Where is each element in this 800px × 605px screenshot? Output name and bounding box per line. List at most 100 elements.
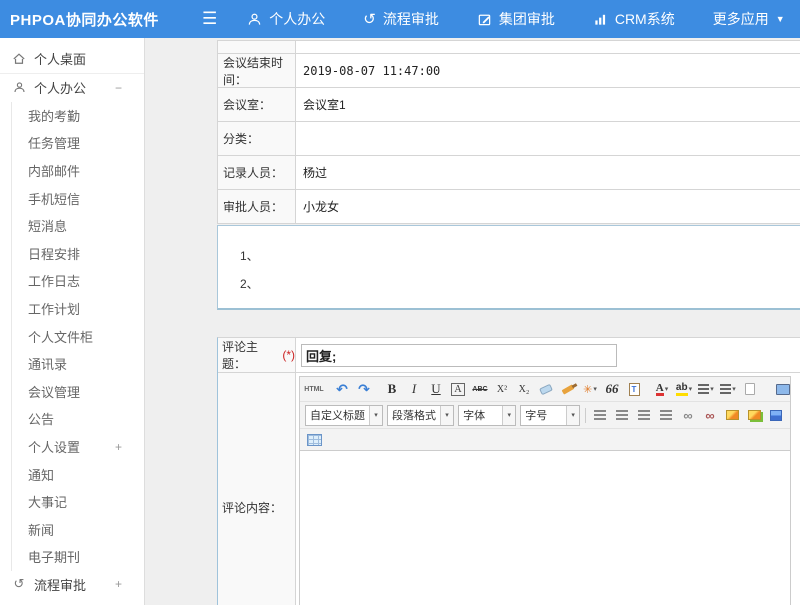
superscript-button[interactable]: X² <box>492 380 512 399</box>
sidebar-item-my-attendance[interactable]: 我的考勤 <box>12 102 144 130</box>
chevron-down-icon: ▾ <box>369 406 382 425</box>
table-icon <box>307 434 322 446</box>
editor-body[interactable] <box>300 451 790 605</box>
nav-label: 更多应用 <box>713 9 769 29</box>
main-content: 会议结束时间： 2019-08-07 11:47:00 会议室： 会议室1 分类… <box>146 38 800 605</box>
align-center-button[interactable] <box>612 406 632 425</box>
content-line: 1、 <box>240 242 800 270</box>
underline-button[interactable]: U <box>426 380 446 399</box>
font-name-button[interactable]: A <box>448 380 468 399</box>
sidebar: 个人桌面 个人办公 − 我的考勤 任务管理 内部邮件 手机短信 短消息 日程安排… <box>0 38 145 605</box>
highlight-color-button[interactable]: ab▾ <box>674 380 694 399</box>
bold-button[interactable]: B <box>382 380 402 399</box>
chevron-down-icon: ▾ <box>566 406 579 425</box>
ordered-list-button[interactable]: ▾ <box>696 380 716 399</box>
editor-toolbar-row-2: 自定义标题 ▾ 段落格式 ▾ 字体 ▾ 字号 ▾ <box>300 402 790 429</box>
undo-button[interactable]: ↶ <box>332 380 352 399</box>
sidebar-item-personal-files[interactable]: 个人文件柜 <box>12 322 144 350</box>
html-source-button[interactable]: HTML <box>304 380 324 399</box>
font-color-button[interactable]: A▾ <box>652 380 672 399</box>
expand-icon[interactable]: + <box>115 440 122 454</box>
sidebar-item-label: 我的考勤 <box>28 106 80 125</box>
editor-toolbar-row-3 <box>300 429 790 451</box>
comment-subject-input[interactable] <box>301 344 617 367</box>
font-family-select[interactable]: 字体 ▾ <box>458 405 516 426</box>
sidebar-item-label: 短消息 <box>28 216 67 235</box>
monitor-icon <box>776 384 790 395</box>
menu-toggle-icon[interactable]: ☰ <box>202 9 217 29</box>
sidebar-item-announcement[interactable]: 公告 <box>12 405 144 433</box>
align-left-button[interactable] <box>590 406 610 425</box>
sidebar-item-schedule[interactable]: 日程安排 <box>12 240 144 268</box>
sidebar-item-short-message[interactable]: 短消息 <box>12 212 144 240</box>
sidebar-item-meeting-management[interactable]: 会议管理 <box>12 378 144 406</box>
clipboard-icon: T <box>629 383 640 396</box>
sidebar-item-internal-mail[interactable]: 内部邮件 <box>12 157 144 185</box>
sidebar-item-personal-settings[interactable]: 个人设置 + <box>12 433 144 461</box>
italic-button[interactable]: I <box>404 380 424 399</box>
sidebar-item-e-journal[interactable]: 电子期刊 <box>12 543 144 571</box>
upload-image-button[interactable] <box>744 406 764 425</box>
sidebar-item-work-plan[interactable]: 工作计划 <box>12 295 144 323</box>
sidebar-item-mobile-sms[interactable]: 手机短信 <box>12 184 144 212</box>
insert-media-button[interactable] <box>766 406 786 425</box>
nav-more-apps[interactable]: 更多应用 ▼ <box>713 9 785 29</box>
insert-link-button[interactable]: ∞ <box>678 406 698 425</box>
nav-group-approval[interactable]: 集团审批 <box>477 9 555 29</box>
app-logo: PHPOA协同办公软件 <box>0 9 190 30</box>
nav-workflow-approval[interactable]: ↺ 流程审批 <box>363 9 439 29</box>
nav-label: 个人办公 <box>269 9 325 29</box>
sidebar-item-label: 日程安排 <box>28 244 80 263</box>
sidebar-item-label: 通知 <box>28 465 54 484</box>
strikethrough-button[interactable]: ABC <box>470 380 490 399</box>
custom-heading-select[interactable]: 自定义标题 ▾ <box>305 405 383 426</box>
table-row-recorder: 记录人员： 杨过 <box>218 156 800 190</box>
align-left-icon <box>594 410 606 420</box>
meeting-detail-table: 会议结束时间： 2019-08-07 11:47:00 会议室： 会议室1 分类… <box>217 40 800 224</box>
align-right-button[interactable] <box>634 406 654 425</box>
paragraph-format-select[interactable]: 段落格式 ▾ <box>387 405 454 426</box>
paste-as-text-button[interactable]: T <box>624 380 644 399</box>
sidebar-item-personal-office[interactable]: 个人办公 − <box>0 74 144 102</box>
justify-button[interactable] <box>656 406 676 425</box>
remove-link-button[interactable]: ∞ <box>700 406 720 425</box>
sidebar-item-big-events[interactable]: 大事记 <box>12 488 144 516</box>
comment-subject-row: 评论主题： (*) <box>218 338 800 373</box>
insert-table-button[interactable] <box>304 430 324 449</box>
subscript-button[interactable]: X₂ <box>514 380 534 399</box>
comment-content-row: 评论内容： HTML ↶ ↷ B I U A ABC <box>218 373 800 605</box>
blockquote-button[interactable]: 66 <box>602 380 622 399</box>
image-icon <box>726 410 739 420</box>
format-painter-button[interactable] <box>558 380 578 399</box>
sidebar-item-personal-desktop[interactable]: 个人桌面 <box>0 43 144 74</box>
history-icon: ↺ <box>363 12 376 27</box>
expand-icon[interactable]: + <box>115 577 122 591</box>
field-value <box>296 122 800 155</box>
sidebar-item-workflow-approval[interactable]: ↺ 流程审批 + <box>0 571 144 599</box>
table-row-meeting-end-time: 会议结束时间： 2019-08-07 11:47:00 <box>218 54 800 88</box>
unordered-list-button[interactable]: ▾ <box>718 380 738 399</box>
align-center-icon <box>616 410 628 420</box>
sidebar-item-label: 个人设置 <box>28 437 80 456</box>
field-label: 评论主题： (*) <box>218 338 296 372</box>
redo-button[interactable]: ↷ <box>354 380 374 399</box>
sidebar-item-work-log[interactable]: 工作日志 <box>12 267 144 295</box>
chevron-down-icon: ▾ <box>502 406 515 425</box>
sidebar-item-task-management[interactable]: 任务管理 <box>12 129 144 157</box>
new-page-button[interactable] <box>740 380 760 399</box>
fullscreen-button[interactable] <box>773 380 793 399</box>
nav-crm-system[interactable]: CRM系统 <box>593 9 675 29</box>
comment-subject-label: 评论主题： <box>222 338 279 372</box>
quick-format-button[interactable]: ✳▾ <box>580 380 600 399</box>
collapse-icon[interactable]: − <box>115 81 122 95</box>
sidebar-item-news[interactable]: 新闻 <box>12 516 144 544</box>
insert-image-button[interactable] <box>722 406 742 425</box>
image-upload-icon <box>748 410 761 420</box>
remove-format-button[interactable] <box>536 380 556 399</box>
sidebar-item-contacts[interactable]: 通讯录 <box>12 350 144 378</box>
nav-personal-office[interactable]: 个人办公 <box>247 9 325 29</box>
font-size-select[interactable]: 字号 ▾ <box>520 405 580 426</box>
media-icon <box>770 410 782 421</box>
sidebar-item-notice[interactable]: 通知 <box>12 460 144 488</box>
blank-page-icon <box>745 383 755 395</box>
